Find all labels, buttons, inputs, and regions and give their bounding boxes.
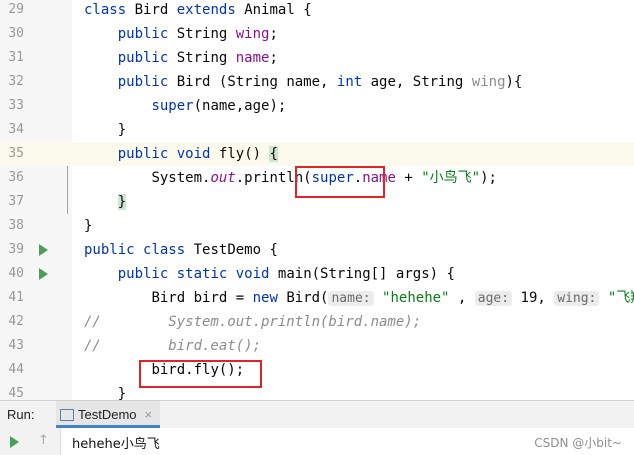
line-number: 45: [8, 386, 24, 400]
run-config-icon: [60, 409, 74, 421]
run-toolbar: Run: TestDemo ×: [0, 400, 634, 429]
line-number: 34: [8, 122, 24, 137]
code-line[interactable]: 45 }: [0, 382, 634, 400]
run-output-panel: ↑ hehehe小鸟飞 CSDN @小bit~: [0, 428, 634, 455]
matched-brace: {: [269, 146, 278, 162]
run-tab-label: TestDemo: [78, 407, 137, 422]
line-number: 43: [8, 338, 24, 353]
code-line[interactable]: 32 public Bird (String name, int age, St…: [0, 70, 634, 94]
matched-brace: }: [117, 194, 127, 210]
code-line[interactable]: 38 }: [0, 214, 634, 238]
param-hint-wing: wing:: [554, 291, 600, 306]
code-line[interactable]: 33 super(name,age);: [0, 94, 634, 118]
code-line[interactable]: 30 public String wing;: [0, 22, 634, 46]
close-icon[interactable]: ×: [145, 407, 153, 422]
code-line[interactable]: 40 public static void main(String[] args…: [0, 262, 634, 286]
play-icon[interactable]: [10, 436, 19, 448]
param-hint-age: age:: [474, 291, 513, 306]
line-number: 37: [8, 194, 24, 209]
line-number: 44: [8, 362, 24, 377]
highlight-box-super-name: [295, 166, 385, 198]
run-gutter-icon[interactable]: [39, 244, 48, 256]
line-number: 30: [8, 26, 24, 41]
line-number: 31: [8, 50, 24, 65]
run-output-toolbar: ↑: [0, 428, 61, 455]
line-number: 42: [8, 314, 24, 329]
line-number: 39: [8, 242, 24, 257]
line-number: 35: [8, 146, 24, 161]
line-number: 36: [8, 170, 24, 185]
code-line[interactable]: 34 }: [0, 118, 634, 142]
run-tab-testdemo[interactable]: TestDemo ×: [56, 401, 161, 428]
watermark: CSDN @小bit~: [534, 436, 622, 450]
up-arrow-icon[interactable]: ↑: [38, 433, 49, 448]
code-line[interactable]: 42 // System.out.println(bird.name);: [0, 310, 634, 334]
code-line[interactable]: 44 bird.fly();: [0, 358, 634, 382]
line-number: 29: [8, 2, 24, 17]
line-number: 41: [8, 290, 24, 305]
line-number: 40: [8, 266, 24, 281]
line-number: 38: [8, 218, 24, 233]
code-line[interactable]: 39 public class TestDemo {: [0, 238, 634, 262]
param-hint-name: name:: [328, 291, 374, 306]
code-editor[interactable]: 29 class Bird extends Animal { 30 public…: [0, 0, 634, 400]
line-number: 32: [8, 74, 24, 89]
code-line[interactable]: 31 public String name;: [0, 46, 634, 70]
code-line[interactable]: 43 // bird.eat();: [0, 334, 634, 358]
console-output: hehehe小鸟飞: [72, 437, 160, 452]
code-line[interactable]: 29 class Bird extends Animal {: [0, 0, 634, 22]
run-gutter-icon[interactable]: [39, 268, 48, 280]
code-line[interactable]: 41 Bird bird = new Bird(name: "hehehe" ,…: [0, 286, 634, 310]
line-number: 33: [8, 98, 24, 113]
run-label: Run:: [7, 407, 35, 422]
highlight-box-bird-fly: [139, 360, 262, 388]
code-line-current[interactable]: 35 public void fly() {: [0, 142, 634, 166]
